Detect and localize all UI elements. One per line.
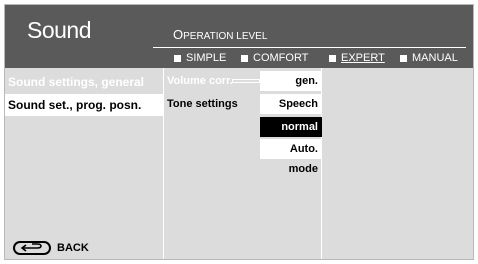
header-divider [153,47,466,48]
option-normal[interactable]: normal [260,117,322,137]
page-title: Sound [27,17,92,43]
mode-comfort[interactable]: COMFORT [241,51,308,65]
header-bar: Sound OPERATION LEVEL SIMPLE COMFORT EXP… [5,5,473,68]
operation-level-initial: O [173,27,184,42]
square-bullet-icon [329,54,336,62]
operation-level-rest: PERATION LEVEL [183,31,268,42]
back-label: BACK [57,242,89,254]
square-bullet-icon [241,54,248,62]
mode-label: SIMPLE [186,52,227,64]
menu-item-sound-set-prog-posn[interactable]: Sound set., prog. posn. [5,94,163,116]
back-arrow-icon [13,241,51,255]
mode-expert[interactable]: EXPERT [329,51,385,65]
return-arrow-icon [20,243,42,252]
menu-item-tone-settings[interactable]: Tone settings [167,94,238,114]
option-gen[interactable]: gen. [260,71,322,91]
back-button[interactable]: BACK [13,239,89,257]
column-divider [163,68,164,259]
mode-label: MANUAL [412,52,458,64]
mode-simple[interactable]: SIMPLE [174,51,226,65]
menu-item-sound-settings-general[interactable]: Sound settings, general [5,71,163,93]
volume-slider-icon [232,79,260,83]
mode-label: EXPERT [341,52,385,64]
left-menu: Sound settings, general Sound set., prog… [5,68,163,259]
option-auto-mode[interactable]: Auto. mode [260,139,322,175]
operation-level-heading: OPERATION LEVEL [173,27,267,45]
mode-manual[interactable]: MANUAL [400,51,458,65]
menu-item-volume-corr[interactable]: Volume corr. [167,71,233,91]
square-bullet-icon [400,54,407,62]
sound-menu-screen: Sound OPERATION LEVEL SIMPLE COMFORT EXP… [4,4,474,260]
square-bullet-icon [174,54,181,62]
mode-label: COMFORT [253,52,309,64]
option-speech[interactable]: Speech [260,94,322,114]
